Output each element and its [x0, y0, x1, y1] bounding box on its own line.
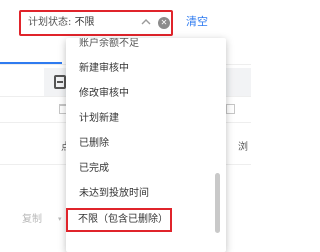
option-unlimited-including-deleted[interactable]: 不限（包含已删除） — [66, 208, 172, 232]
plan-status-label: 计划状态: — [28, 17, 72, 28]
option-completed[interactable]: 已完成 — [66, 157, 214, 181]
option-insufficient-balance[interactable]: 账户余额不足 — [66, 38, 214, 56]
plan-status-value: 不限 — [74, 17, 95, 28]
option-deleted[interactable]: 已删除 — [66, 132, 214, 156]
option-new-under-review[interactable]: 新建审核中 — [66, 57, 214, 81]
option-not-reached-delivery-time[interactable]: 未达到投放时间 — [66, 182, 214, 206]
option-edit-under-review[interactable]: 修改审核中 — [66, 82, 214, 106]
clear-filter-link[interactable]: 清空 — [186, 14, 208, 30]
copy-link[interactable]: 复制 — [22, 213, 42, 227]
chevron-up-icon[interactable] — [141, 18, 151, 26]
plan-status-dropdown: 账户余额不足 新建审核中 修改审核中 计划新建 已删除 已完成 未达到投放时间 … — [66, 38, 226, 252]
filter-bar: 计划状态: 不限 ✕ 清空 — [0, 0, 251, 40]
copy-icon[interactable] — [226, 104, 235, 114]
table-header-right: 浏 — [238, 142, 248, 153]
dropdown-scrollbar[interactable] — [215, 173, 220, 233]
plan-status-select[interactable]: 计划状态: 不限 ✕ — [19, 10, 173, 36]
caret-down-icon: ▾ — [58, 215, 62, 223]
calendar-icon — [54, 75, 66, 89]
option-plan-new[interactable]: 计划新建 — [66, 107, 214, 131]
clear-circle-icon[interactable]: ✕ — [158, 17, 170, 29]
